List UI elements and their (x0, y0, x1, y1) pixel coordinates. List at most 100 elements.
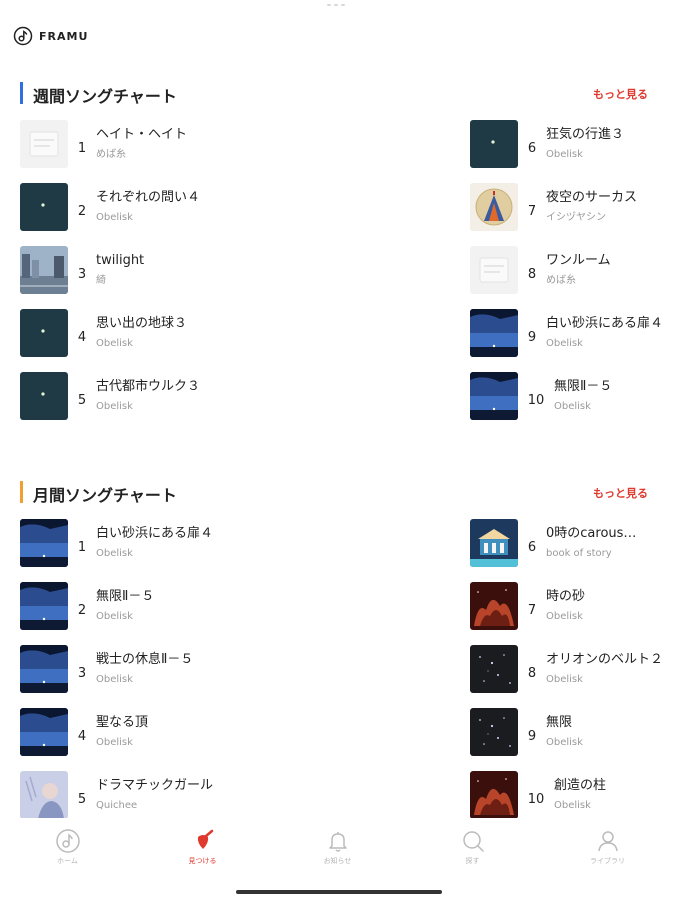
song-item[interactable]: 3 twilight 綺 (20, 245, 235, 295)
album-art (470, 708, 518, 756)
tab-home[interactable]: ホーム (23, 818, 113, 878)
song-rank: 7 (527, 602, 537, 618)
song-artist: Obelisk (96, 548, 133, 559)
song-meta: 創造の柱 Obelisk (554, 777, 606, 813)
app-name: FRAMU (39, 29, 89, 43)
album-art (20, 519, 68, 567)
see-more-button[interactable]: もっと見る (593, 485, 648, 501)
song-artist: Obelisk (546, 611, 583, 622)
song-meta: 聖なる頂 Obelisk (96, 714, 148, 750)
song-artist: Obelisk (96, 401, 133, 412)
section-header: 月間ソングチャート もっと見る (0, 479, 675, 507)
tab-label: ライブラリ (590, 857, 625, 865)
song-item[interactable]: 1 白い砂浜にある扉４ Obelisk (20, 518, 235, 568)
song-item[interactable]: 7 夜空のサーカス イシヅヤシン (470, 182, 675, 232)
song-rank: 4 (77, 329, 87, 345)
song-rank: 3 (77, 266, 87, 282)
tab-library[interactable]: ライブラリ (563, 818, 653, 878)
song-artist: Obelisk (96, 611, 133, 622)
song-item[interactable]: 3 戦士の休息Ⅱ－５ Obelisk (20, 644, 235, 694)
album-art (470, 183, 518, 231)
song-meta: 0時のcarous… book of story (546, 525, 636, 561)
song-meta: 時の砂 Obelisk (546, 588, 585, 624)
app-logo[interactable]: FRAMU (13, 26, 88, 46)
song-item[interactable]: 6 0時のcarous… book of story (470, 518, 675, 568)
album-art (470, 309, 518, 357)
see-more-button[interactable]: もっと見る (593, 86, 648, 102)
tab-notifications[interactable]: お知らせ (293, 818, 383, 878)
song-item[interactable]: 7 時の砂 Obelisk (470, 581, 675, 631)
song-meta: 無限Ⅱ－５ Obelisk (554, 378, 612, 414)
section-accent-bar (20, 82, 23, 104)
song-rank: 6 (527, 140, 537, 156)
song-meta: 思い出の地球３ Obelisk (96, 315, 187, 351)
song-item[interactable]: 5 ドラマチックガール Quichee (20, 770, 235, 820)
section-header: 週間ソングチャート もっと見る (0, 80, 675, 108)
song-title: 無限Ⅱ－５ (554, 379, 613, 394)
album-art (20, 645, 68, 693)
song-artist: イシヅヤシン (546, 212, 606, 223)
tab-discover[interactable]: 見つける (158, 818, 248, 878)
section-title: 月間ソングチャート (33, 486, 177, 505)
song-title: 白い砂浜にある扉４ (96, 526, 214, 541)
search-icon (462, 831, 484, 852)
song-item[interactable]: 2 無限Ⅱ－５ Obelisk (20, 581, 235, 631)
song-title: twilight (96, 253, 145, 268)
song-meta: 夜空のサーカス イシヅヤシン (546, 189, 637, 225)
song-meta: ドラマチックガール Quichee (96, 777, 213, 813)
tab-search[interactable]: 探す (428, 818, 518, 878)
song-artist: めば糸 (546, 275, 576, 286)
song-item[interactable]: 9 無限 Obelisk (470, 707, 675, 757)
song-item[interactable]: 1 ヘイト・ヘイト めば糸 (20, 119, 235, 169)
album-art (20, 708, 68, 756)
song-rank: 4 (77, 728, 87, 744)
album-art (470, 519, 518, 567)
song-item[interactable]: 5 古代都市ウルク３ Obelisk (20, 371, 235, 421)
song-meta: オリオンのベルト２ Obelisk (546, 651, 663, 687)
song-artist: Quichee (96, 800, 138, 811)
album-art (20, 582, 68, 630)
song-meta: それぞれの問い４ Obelisk (96, 189, 200, 225)
song-artist: Obelisk (554, 800, 591, 811)
tab-label: 探す (465, 857, 480, 865)
guitar-pick-icon (197, 829, 213, 849)
song-artist: Obelisk (554, 401, 591, 412)
song-title: それぞれの問い４ (96, 190, 201, 205)
song-rank: 10 (527, 392, 545, 408)
song-rank: 8 (527, 266, 537, 282)
song-title: 無限 (546, 715, 573, 730)
song-artist: Obelisk (546, 149, 583, 160)
song-artist: Obelisk (546, 674, 583, 685)
section-accent-bar (20, 481, 23, 503)
song-rank: 5 (77, 392, 87, 408)
album-art (470, 120, 518, 168)
tab-label: 見つける (188, 857, 217, 865)
song-rank: 3 (77, 665, 87, 681)
monthly-chart-section: 月間ソングチャート もっと見る (0, 479, 675, 507)
song-title: 時の砂 (546, 589, 586, 604)
song-artist: book of story (546, 548, 612, 559)
album-art (20, 309, 68, 357)
song-title: ドラマチックガール (96, 778, 214, 793)
person-icon (597, 831, 618, 852)
song-item[interactable]: 9 白い砂浜にある扉４ Obelisk (470, 308, 675, 358)
song-meta: ワンルーム めば糸 (546, 252, 611, 288)
weekly-chart-section: 週間ソングチャート もっと見る (0, 80, 675, 108)
song-item[interactable]: 8 オリオンのベルト２ Obelisk (470, 644, 675, 694)
song-item[interactable]: 10 無限Ⅱ－５ Obelisk (470, 371, 675, 421)
song-item[interactable]: 4 聖なる頂 Obelisk (20, 707, 235, 757)
song-rank: 8 (527, 665, 537, 681)
song-rank: 2 (77, 203, 87, 219)
song-rank: 7 (527, 203, 537, 219)
song-title: オリオンのベルト２ (546, 652, 664, 667)
song-rank: 2 (77, 602, 87, 618)
album-art (470, 582, 518, 630)
song-item[interactable]: 6 狂気の行進３ Obelisk (470, 119, 675, 169)
album-art (470, 246, 518, 294)
song-meta: ヘイト・ヘイト めば糸 (96, 126, 187, 162)
song-item[interactable]: 8 ワンルーム めば糸 (470, 245, 675, 295)
song-item[interactable]: 2 それぞれの問い４ Obelisk (20, 182, 235, 232)
song-item[interactable]: 10 創造の柱 Obelisk (470, 770, 675, 820)
song-item[interactable]: 4 思い出の地球３ Obelisk (20, 308, 235, 358)
song-artist: 綺 (96, 275, 106, 286)
